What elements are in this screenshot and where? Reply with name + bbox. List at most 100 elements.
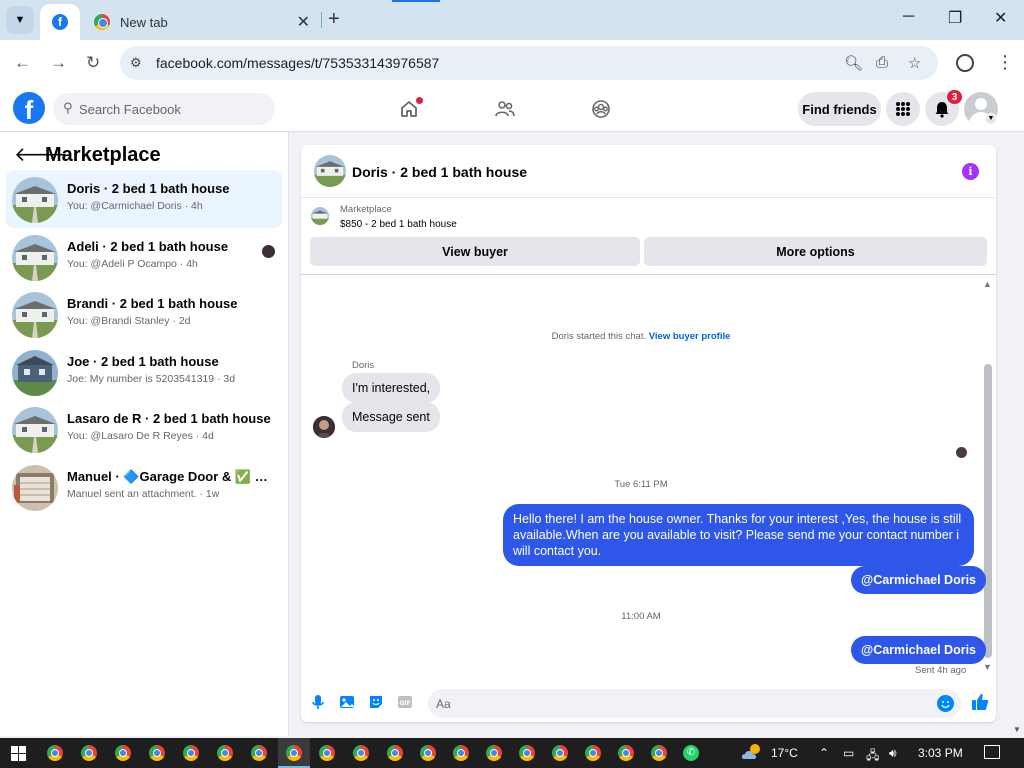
chrome-icon[interactable] bbox=[81, 745, 97, 761]
search-input[interactable] bbox=[79, 93, 269, 125]
chrome-icon bbox=[94, 14, 110, 30]
find-friends-button[interactable]: Find friends bbox=[798, 92, 881, 126]
timestamp: Tue 6:11 PM bbox=[614, 479, 668, 490]
browser-menu-icon[interactable]: ⋮ bbox=[996, 52, 1014, 73]
chat-scrollbar[interactable] bbox=[984, 364, 992, 658]
gif-icon[interactable]: GIF bbox=[396, 693, 414, 711]
listing-label: Marketplace bbox=[340, 204, 392, 215]
incoming-message[interactable]: Message sent bbox=[342, 402, 440, 432]
chevron-down-icon: ▼ bbox=[14, 14, 26, 26]
conversation-item[interactable]: Adeli · 2 bed 1 bath house You: @Adeli P… bbox=[6, 228, 282, 286]
scroll-down-arrow[interactable]: ▼ bbox=[983, 662, 992, 672]
chevron-down-icon[interactable]: ▼ bbox=[985, 113, 997, 125]
start-note-text: Doris started this chat. bbox=[551, 331, 647, 342]
microphone-icon[interactable] bbox=[309, 693, 327, 711]
chrome-icon[interactable] bbox=[519, 745, 535, 761]
outgoing-message[interactable]: Hello there! I am the house owner. Thank… bbox=[503, 504, 974, 566]
garage-thumbnail bbox=[12, 465, 58, 511]
info-icon[interactable]: i bbox=[962, 163, 979, 180]
chrome-icon[interactable] bbox=[651, 745, 667, 761]
restore-button[interactable]: ❐ bbox=[948, 8, 962, 28]
chrome-icon[interactable] bbox=[217, 745, 233, 761]
notification-center-icon[interactable] bbox=[984, 745, 1000, 759]
conversation-title: Brandi · 2 bed 1 bath house bbox=[67, 296, 238, 311]
chrome-icon[interactable] bbox=[387, 745, 403, 761]
chevron-up-icon[interactable]: ⌃ bbox=[819, 746, 829, 760]
scroll-up-arrow[interactable]: ▲ bbox=[983, 279, 992, 289]
tab-search-button[interactable]: ▼ bbox=[6, 6, 34, 34]
groups-icon[interactable] bbox=[591, 99, 611, 119]
chrome-icon[interactable] bbox=[420, 745, 436, 761]
close-icon[interactable]: ✕ bbox=[297, 12, 310, 32]
conversation-title: Doris · 2 bed 1 bath house bbox=[67, 181, 230, 196]
search-box[interactable]: ⚲ bbox=[53, 93, 275, 125]
clock[interactable]: 3:03 PM bbox=[918, 746, 963, 760]
tab-new-tab[interactable]: New tab ✕ bbox=[84, 4, 320, 40]
emoji-icon[interactable] bbox=[937, 695, 954, 712]
url-text[interactable]: facebook.com/messages/t/753533143976587 bbox=[156, 55, 439, 71]
forward-arrow-icon[interactable]: → bbox=[50, 53, 67, 73]
sender-avatar[interactable] bbox=[313, 416, 335, 438]
zoom-icon[interactable]: 🔍︎ bbox=[844, 54, 863, 72]
conversation-item[interactable]: Manuel · 🔷Garage Door & ✅ Gar... Manuel … bbox=[6, 458, 282, 516]
incoming-message[interactable]: I'm interested, bbox=[342, 373, 441, 403]
volume-icon[interactable]: 🔊︎ bbox=[889, 746, 897, 761]
battery-icon[interactable]: ▭ bbox=[843, 746, 854, 760]
chrome-icon[interactable] bbox=[453, 745, 469, 761]
chrome-icon[interactable] bbox=[319, 745, 335, 761]
message-input-wrapper[interactable] bbox=[428, 689, 961, 718]
listing-thumbnail[interactable] bbox=[311, 207, 329, 225]
tab-facebook[interactable]: f bbox=[40, 4, 80, 40]
conversation-item[interactable]: Lasaro de R · 2 bed 1 bath house You: @L… bbox=[6, 400, 282, 458]
chrome-icon[interactable] bbox=[251, 745, 267, 761]
outgoing-mention-message[interactable]: @Carmichael Doris bbox=[851, 566, 987, 594]
house-thumbnail bbox=[12, 235, 58, 281]
chrome-icon[interactable] bbox=[149, 745, 165, 761]
view-buyer-button[interactable]: View buyer bbox=[310, 237, 640, 266]
thumbs-up-icon[interactable] bbox=[970, 692, 990, 712]
sticker-icon[interactable] bbox=[367, 693, 385, 711]
back-arrow-icon[interactable]: ← bbox=[14, 53, 31, 73]
network-icon[interactable]: 🖧︎ bbox=[866, 746, 879, 767]
whatsapp-icon[interactable]: ✆ bbox=[683, 745, 699, 761]
conversation-item[interactable]: Brandi · 2 bed 1 bath house You: @Brandi… bbox=[6, 285, 282, 343]
chat-title[interactable]: Doris · 2 bed 1 bath house bbox=[352, 164, 527, 180]
bookmark-star-icon[interactable]: ☆ bbox=[908, 54, 921, 72]
image-icon[interactable] bbox=[338, 693, 356, 711]
chrome-icon[interactable] bbox=[353, 745, 369, 761]
windows-start-icon[interactable] bbox=[11, 746, 26, 761]
view-buyer-profile-link[interactable]: View buyer profile bbox=[649, 331, 731, 342]
friends-icon[interactable] bbox=[495, 99, 515, 119]
weather-icon[interactable] bbox=[740, 743, 764, 761]
conversation-item[interactable]: Doris · 2 bed 1 bath house You: @Carmich… bbox=[6, 170, 282, 228]
close-window-button[interactable]: ✕ bbox=[994, 8, 1007, 28]
facebook-header: f ⚲ Find friends bbox=[0, 86, 1024, 132]
chat-window: Doris · 2 bed 1 bath house i Marketplace… bbox=[301, 145, 996, 722]
site-info-icon[interactable]: ⚙ bbox=[130, 55, 142, 71]
install-app-icon[interactable]: ⎙ bbox=[876, 54, 888, 71]
chrome-icon[interactable] bbox=[286, 745, 302, 761]
browser-profile-icon[interactable] bbox=[956, 54, 974, 72]
new-tab-button[interactable]: + bbox=[328, 8, 340, 31]
chrome-icon[interactable] bbox=[618, 745, 634, 761]
chrome-icon[interactable] bbox=[47, 745, 63, 761]
reload-icon[interactable]: ↻ bbox=[86, 53, 100, 73]
chrome-icon[interactable] bbox=[486, 745, 502, 761]
address-bar[interactable]: ⚙ facebook.com/messages/t/75353314397658… bbox=[120, 46, 938, 80]
page-scroll-down-arrow[interactable]: ▼ bbox=[1013, 725, 1021, 734]
chrome-icon[interactable] bbox=[585, 745, 601, 761]
chrome-icon[interactable] bbox=[183, 745, 199, 761]
minimize-button[interactable]: ─ bbox=[903, 8, 914, 26]
chrome-icon[interactable] bbox=[552, 745, 568, 761]
temperature[interactable]: 17°C bbox=[771, 746, 798, 760]
menu-button[interactable] bbox=[886, 92, 920, 126]
conversation-item[interactable]: Joe · 2 bed 1 bath house Joe: My number … bbox=[6, 343, 282, 401]
timestamp: 11:00 AM bbox=[621, 611, 661, 622]
listing-detail[interactable]: $850 - 2 bed 1 bath house bbox=[340, 219, 457, 230]
outgoing-mention-message[interactable]: @Carmichael Doris bbox=[851, 636, 987, 664]
more-options-button[interactable]: More options bbox=[644, 237, 987, 266]
chat-house-thumbnail[interactable] bbox=[314, 155, 346, 187]
facebook-logo[interactable]: f bbox=[13, 92, 45, 125]
chrome-icon[interactable] bbox=[115, 745, 131, 761]
message-input[interactable] bbox=[436, 689, 916, 718]
